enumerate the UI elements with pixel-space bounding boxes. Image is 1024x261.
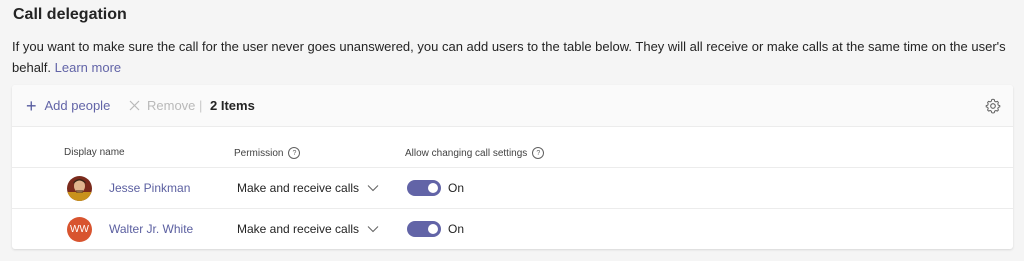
- toggle-knob: [428, 224, 438, 234]
- toggle-state-label: On: [448, 181, 465, 195]
- table-toolbar: + Add people Remove | 2 Items: [12, 85, 1013, 127]
- allow-changing-toggle[interactable]: [407, 180, 441, 196]
- permission-header-label: Permission: [234, 147, 284, 159]
- delegates-table-card: + Add people Remove | 2 Items Display na…: [12, 85, 1013, 249]
- close-icon: [129, 100, 140, 111]
- info-icon[interactable]: ?: [532, 147, 545, 159]
- chevron-down-icon: [367, 184, 379, 192]
- avatar: [67, 176, 92, 201]
- user-name-link[interactable]: Walter Jr. White: [109, 209, 193, 249]
- permission-dropdown[interactable]: Make and receive calls: [237, 168, 379, 208]
- remove-button[interactable]: Remove: [129, 85, 195, 126]
- add-people-button[interactable]: + Add people: [26, 85, 110, 126]
- item-count: 2 Items: [210, 85, 255, 126]
- page-title: Call delegation: [13, 6, 127, 23]
- learn-more-link[interactable]: Learn more: [55, 60, 121, 75]
- permission-value: Make and receive calls: [237, 222, 360, 236]
- section-description: If you want to make sure the call for th…: [12, 36, 1012, 78]
- add-people-label: Add people: [44, 98, 111, 113]
- column-header-display-name: Display name: [64, 147, 125, 158]
- table-row: Jesse Pinkman Make and receive calls On: [12, 167, 1013, 208]
- gear-icon[interactable]: [985, 85, 1001, 126]
- column-header-allow-changing: Allow changing call settings ?: [405, 147, 545, 159]
- permission-dropdown[interactable]: Make and receive calls: [237, 209, 379, 249]
- column-header-permission: Permission ?: [234, 147, 301, 159]
- toggle-knob: [428, 183, 438, 193]
- description-text: If you want to make sure the call for th…: [12, 39, 1006, 75]
- allow-changing-toggle[interactable]: [407, 221, 441, 237]
- chevron-down-icon: [367, 225, 379, 233]
- toggle-state-label: On: [448, 222, 465, 236]
- plus-icon: +: [26, 95, 37, 116]
- avatar: WW: [67, 217, 92, 242]
- info-icon[interactable]: ?: [288, 147, 301, 159]
- permission-value: Make and receive calls: [237, 181, 360, 195]
- allow-changing-header-label: Allow changing call settings: [405, 147, 528, 159]
- table-row: WW Walter Jr. White Make and receive cal…: [12, 208, 1013, 249]
- toolbar-separator: |: [199, 98, 203, 113]
- user-name-link[interactable]: Jesse Pinkman: [109, 168, 190, 208]
- item-count-label: 2 Items: [210, 98, 255, 113]
- remove-label: Remove: [147, 98, 196, 113]
